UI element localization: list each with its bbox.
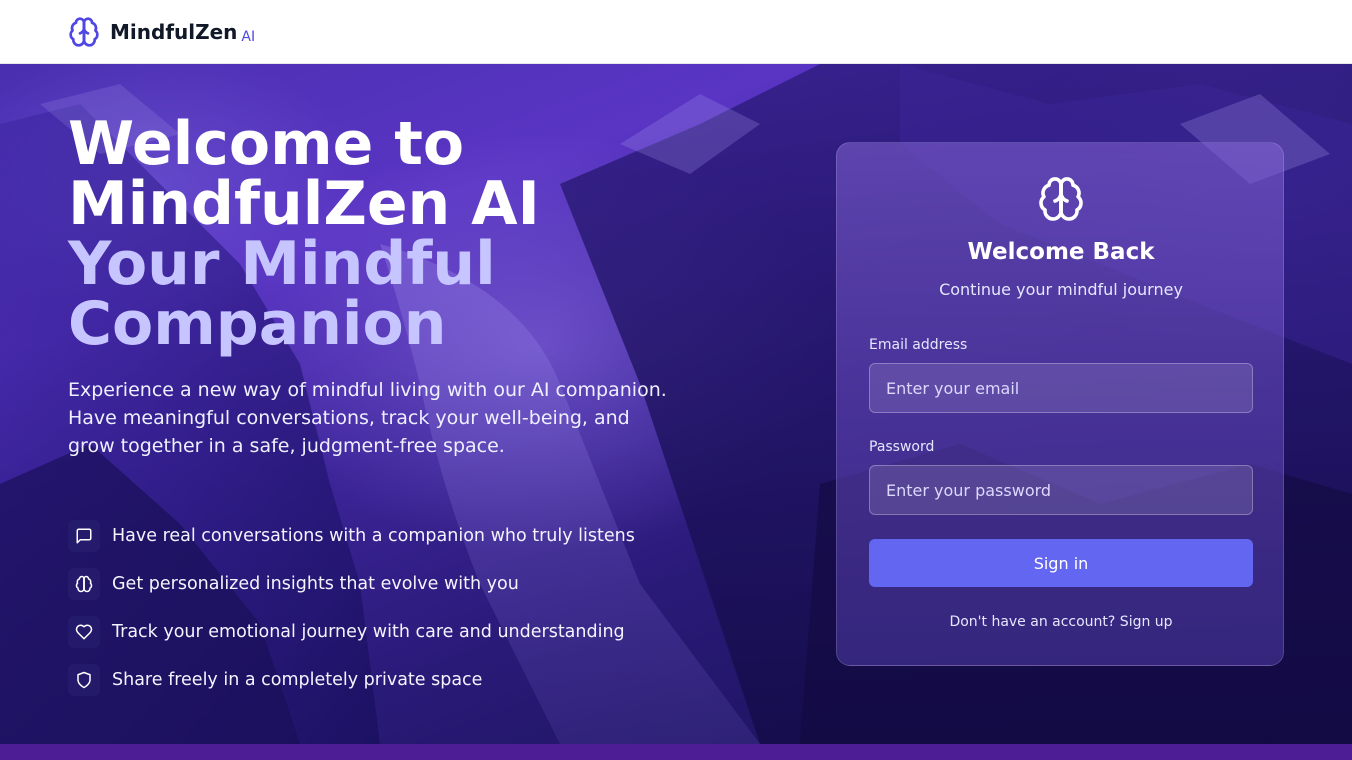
- feature-item-insights: Get personalized insights that evolve wi…: [68, 568, 708, 600]
- hero-description: Experience a new way of mindful living w…: [68, 379, 667, 457]
- login-title: Welcome Back: [967, 239, 1155, 265]
- headline-accent-line-2: Companion: [68, 289, 447, 359]
- email-field[interactable]: [869, 363, 1253, 413]
- brain-icon: [68, 568, 100, 600]
- feature-text: Share freely in a completely private spa…: [112, 670, 483, 690]
- message-square-icon: [68, 520, 100, 552]
- headline-line-1: Welcome to: [68, 109, 465, 179]
- shield-icon: [68, 664, 100, 696]
- feature-list: Have real conversations with a companion…: [68, 520, 708, 712]
- brain-icon: [69, 16, 99, 47]
- heart-icon: [68, 616, 100, 648]
- password-label: Password: [869, 439, 935, 455]
- feature-item-journey: Track your emotional journey with care a…: [68, 616, 708, 648]
- headline-accent-line-1: Your Mindful: [68, 229, 496, 299]
- feature-text: Have real conversations with a companion…: [112, 526, 635, 546]
- login-subtitle: Continue your mindful journey: [939, 280, 1183, 299]
- brand-name: MindfulZen: [110, 19, 238, 44]
- top-nav: MindfulZen AI: [0, 0, 1352, 64]
- feature-text: Get personalized insights that evolve wi…: [112, 574, 519, 594]
- feature-item-conversations: Have real conversations with a companion…: [68, 520, 708, 552]
- footer-band: [0, 744, 1352, 760]
- sign-up-link[interactable]: Don't have an account? Sign up: [837, 614, 1285, 630]
- feature-item-privacy: Share freely in a completely private spa…: [68, 664, 708, 696]
- brand-suffix: AI: [241, 28, 256, 45]
- login-card: Welcome Back Continue your mindful journ…: [836, 142, 1284, 666]
- feature-text: Track your emotional journey with care a…: [112, 622, 625, 642]
- sign-in-button[interactable]: Sign in: [869, 539, 1253, 587]
- hero-headline: Welcome to MindfulZen AI Your Mindful Co…: [68, 114, 708, 354]
- headline-line-2: MindfulZen AI: [68, 169, 540, 239]
- password-field[interactable]: [869, 465, 1253, 515]
- email-label: Email address: [869, 337, 968, 353]
- brain-icon: [1039, 177, 1083, 221]
- brand-logo[interactable]: MindfulZen AI: [68, 16, 255, 48]
